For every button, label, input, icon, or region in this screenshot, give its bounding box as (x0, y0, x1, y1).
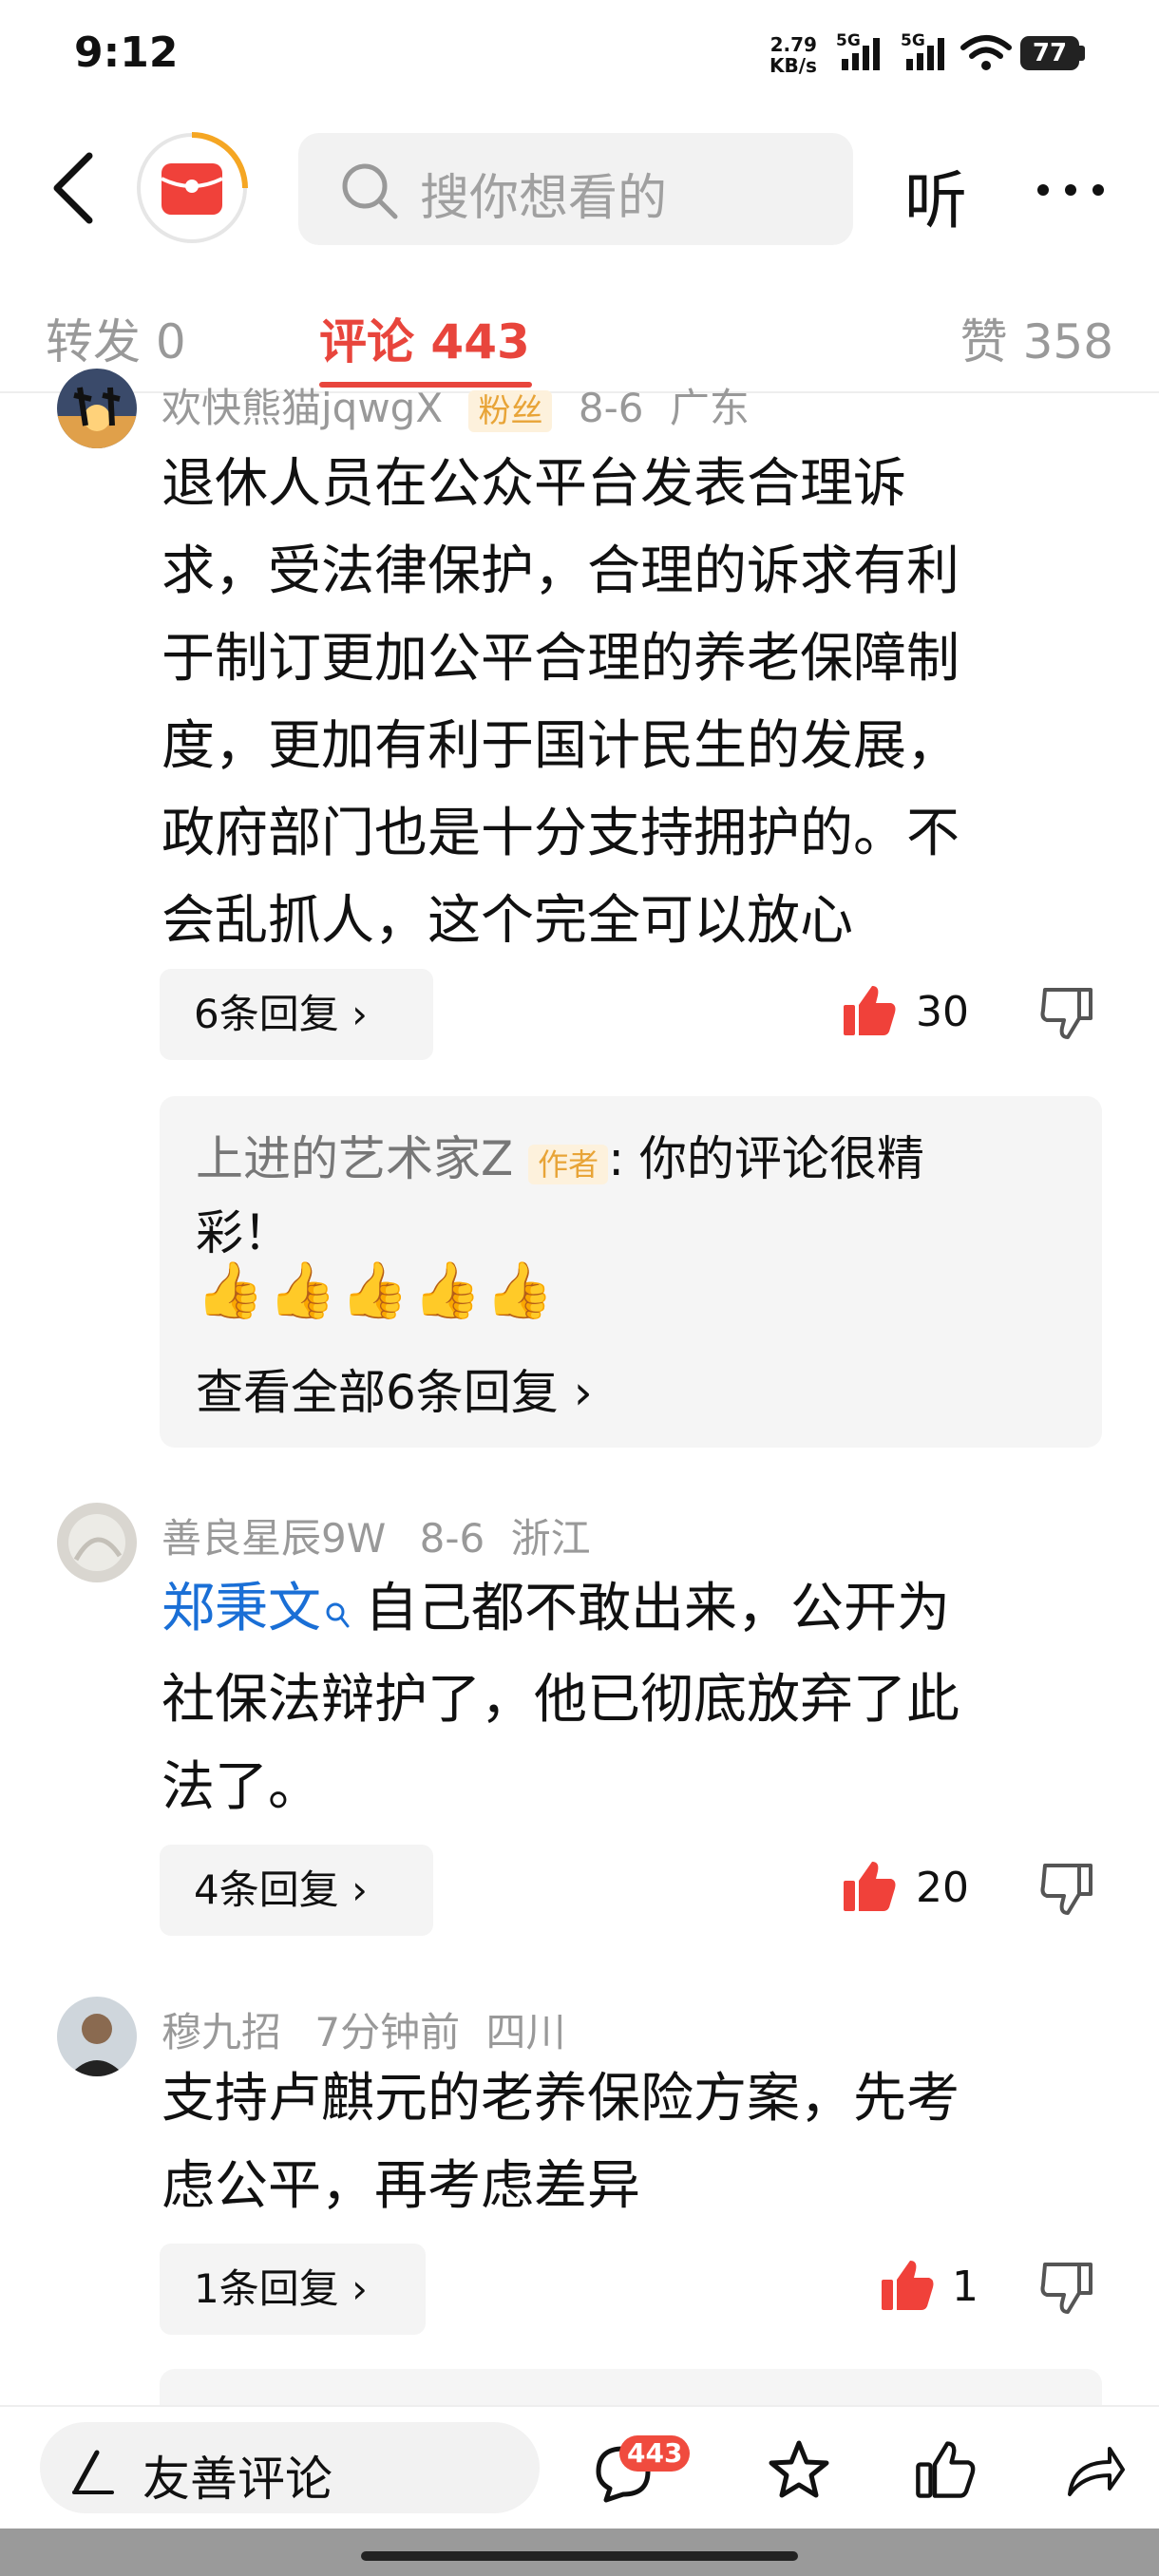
mention-link[interactable]: 郑秉文 (162, 1578, 321, 1639)
signal-icon: 5G (836, 31, 895, 80)
replies-count: 1条回复 (194, 2265, 339, 2312)
replies-button[interactable]: 1条回复 › (160, 2244, 426, 2335)
like-button[interactable] (840, 982, 897, 1043)
network-speed-value: 2.79 (770, 33, 817, 56)
fan-badge: 粉丝 (468, 390, 553, 432)
avatar[interactable] (57, 1997, 137, 2076)
thumbs-down-icon (1040, 1864, 1092, 1915)
comment-item: 穆九招 7分钟前 四川 支持卢麒元的老养保险方案，先考 虑公平，再考虑差异 1条… (0, 1995, 1159, 2356)
comment-date: 8-6 (419, 1515, 485, 1562)
username[interactable]: 善良星辰9W (162, 1515, 386, 1562)
signal-icon: 5G (901, 31, 960, 80)
star-icon[interactable] (766, 2437, 832, 2508)
comment-text: 支持卢麒元的老养保险方案，先考 虑公平，再考虑差异 (162, 2055, 1074, 2230)
comment-line: 支持卢麒元的老养保险方案，先考 (162, 2068, 960, 2130)
comment-line: 会乱抓人，这个完全可以放心 (162, 890, 853, 952)
author-name[interactable]: 上进的艺术家Z (196, 1131, 513, 1186)
thumbs-up-emojis: 👍👍👍👍👍 (196, 1258, 559, 1322)
comment-count-badge: 443 (619, 2435, 691, 2472)
search-icon[interactable] (338, 160, 401, 226)
comment-date: 8-6 (578, 385, 644, 431)
search-icon[interactable] (325, 1569, 350, 1657)
home-indicator[interactable] (361, 2551, 798, 2561)
wifi-icon (960, 34, 1013, 76)
thumbs-up-icon (882, 2261, 934, 2310)
avatar[interactable] (57, 369, 137, 448)
network-type-label: 5G (901, 32, 925, 50)
author-reply-box[interactable]: 上进的艺术家Z 作者: 你的评论很精 彩！ 👍👍👍👍👍 查看全部6条回复 › (160, 1096, 1102, 1448)
chevron-right-icon: › (338, 2265, 368, 2312)
comment-line: 度，更加有利于国计民生的发展， (162, 715, 960, 777)
replies-button[interactable]: 6条回复 › (160, 969, 433, 1060)
more-icon[interactable] (1036, 171, 1106, 209)
thumbs-down-icon (1040, 2263, 1092, 2314)
comment-location: 广东 (669, 385, 750, 431)
username[interactable]: 穆九招 (162, 2009, 281, 2055)
comment-input-placeholder[interactable]: 友善评论 (142, 2441, 332, 2510)
back-button[interactable] (48, 150, 104, 226)
network-type-label: 5G (836, 32, 861, 50)
comment-date: 7分钟前 (314, 2009, 461, 2055)
pen-icon (66, 2445, 120, 2502)
comment-item: 善良星辰9W 8-6 浙江 郑秉文 自己都不敢出来，公开为 社保法辩护了，他已彻底… (0, 1501, 1159, 1936)
author-reply-text: : 你的评论很精 (608, 1131, 924, 1186)
author-reply-header: 上进的艺术家Z 作者: 你的评论很精 (196, 1121, 924, 1189)
comment-location: 四川 (485, 2009, 566, 2055)
status-bar: 9:12 2.79 KB/s 5G 5G 77 (0, 0, 1159, 114)
like-button[interactable] (840, 1858, 897, 1919)
dislike-button[interactable] (1037, 984, 1094, 1045)
share-icon[interactable] (1064, 2441, 1127, 2504)
comment-text: 退休人员在公众平台发表合理诉 求，受法律保护，合理的诉求有利 于制订更加公平合理… (162, 441, 1074, 965)
comment-line: 虑公平，再考虑差异 (162, 2155, 640, 2217)
chevron-left-icon (53, 152, 93, 224)
view-all-replies-text: 查看全部6条回复 (196, 1365, 559, 1420)
app-logo[interactable] (135, 131, 249, 245)
comment-meta: 善良星辰9W 8-6 浙江 (162, 1506, 591, 1564)
comment-text-inline: 自己都不敢出来，公开为 (365, 1578, 950, 1639)
view-all-replies-link[interactable]: 查看全部6条回复 › (196, 1354, 593, 1423)
comment-text: 郑秉文 自己都不敢出来，公开为 社保法辩护了，他已彻底放弃了此 法了。 (162, 1565, 1074, 1831)
search-placeholder[interactable]: 搜你想看的 (420, 158, 667, 229)
network-speed: 2.79 KB/s (770, 34, 817, 76)
comment-line: 于制订更加公平合理的养老保障制 (162, 628, 960, 690)
like-count: 20 (916, 1864, 969, 1912)
chevron-right-icon: › (338, 991, 368, 1037)
chevron-right-icon: › (558, 1365, 593, 1420)
network-speed-unit: KB/s (770, 54, 817, 77)
listen-button[interactable]: 听 (904, 150, 967, 241)
dislike-button[interactable] (1037, 2259, 1094, 2320)
replies-count: 6条回复 (194, 991, 339, 1037)
replies-count: 4条回复 (194, 1866, 339, 1913)
like-count: 30 (916, 988, 969, 1036)
comment-line: 求，受法律保护，合理的诉求有利 (162, 540, 960, 602)
chevron-right-icon: › (338, 1866, 368, 1913)
author-reply-text: 彩！ (196, 1205, 291, 1260)
thumbs-up-icon[interactable] (914, 2437, 977, 2504)
clock: 9:12 (74, 28, 179, 77)
battery-tip (1079, 46, 1085, 61)
username[interactable]: 欢快熊猫jqwgX (162, 385, 443, 431)
tab-comments[interactable]: 评论 443 (319, 304, 530, 372)
replies-button[interactable]: 4条回复 › (160, 1845, 433, 1936)
author-tag: 作者 (528, 1144, 609, 1184)
like-button[interactable] (878, 2257, 935, 2318)
comment-line: 退休人员在公众平台发表合理诉 (162, 453, 906, 515)
comment-line: 法了。 (162, 1756, 321, 1818)
battery-icon: 77 (1020, 36, 1079, 70)
thumbs-down-icon (1040, 988, 1092, 1039)
tab-likes[interactable]: 赞 358 (960, 304, 1113, 372)
like-count: 1 (952, 2263, 978, 2311)
comment-meta: 欢快熊猫jqwgX 粉丝 8-6 广东 (162, 376, 750, 434)
comment-line: 社保法辩护了，他已彻底放弃了此 (162, 1669, 960, 1731)
thumbs-up-icon (844, 986, 896, 1035)
comment-line: 政府部门也是十分支持拥护的。不 (162, 803, 960, 864)
tab-repost[interactable]: 转发 0 (46, 304, 186, 372)
dislike-button[interactable] (1037, 1860, 1094, 1921)
comment-line: 郑秉文 自己都不敢出来，公开为 (162, 1565, 1074, 1657)
comment-location: 浙江 (510, 1515, 591, 1562)
comment-item: 欢快熊猫jqwgX 粉丝 8-6 广东 退休人员在公众平台发表合理诉 求，受法律… (0, 369, 1159, 1457)
comment-meta: 穆九招 7分钟前 四川 (162, 2000, 565, 2058)
thumbs-up-icon (844, 1862, 896, 1911)
avatar[interactable] (57, 1503, 137, 1582)
